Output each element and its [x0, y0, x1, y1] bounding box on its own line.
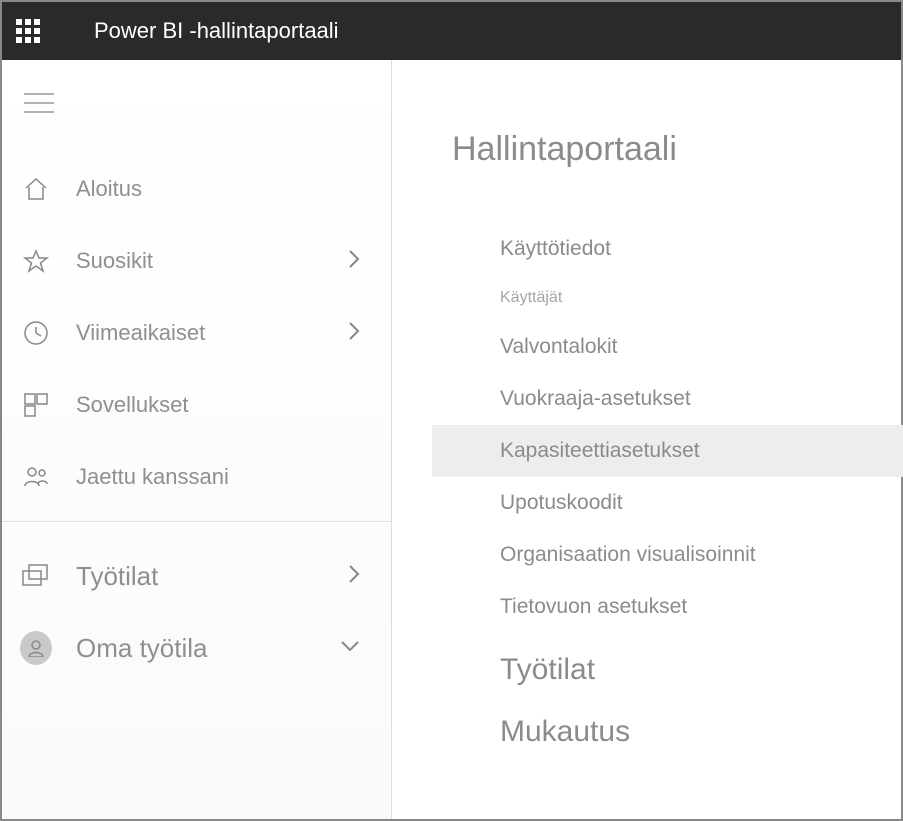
sidebar-item-my-workspace[interactable]: Oma työtila [2, 612, 391, 684]
sidebar-item-label: Jaettu kanssani [76, 464, 361, 490]
admin-nav-tenant-settings[interactable]: Vuokraaja-asetukset [452, 373, 901, 425]
sidebar-item-label: Aloitus [76, 176, 361, 202]
app-launcher-icon[interactable] [16, 19, 40, 43]
sidebar-item-favorites[interactable]: Suosikit [2, 225, 391, 297]
admin-nav-auditlogs[interactable]: Valvontalokit [452, 321, 901, 373]
admin-nav-workspaces[interactable]: Työtilat [452, 633, 901, 695]
avatar-icon [20, 631, 52, 665]
hamburger-icon[interactable] [24, 92, 391, 119]
app-header: Power BI -hallintaportaali [2, 2, 901, 60]
admin-nav-org-visuals[interactable]: Organisaation visualisoinnit [452, 529, 901, 581]
star-icon [20, 248, 52, 274]
divider [2, 521, 391, 522]
home-icon [20, 176, 52, 202]
sidebar-item-label: Sovellukset [76, 392, 361, 418]
workspaces-icon [20, 563, 52, 589]
clock-icon [20, 320, 52, 346]
sidebar-item-recent[interactable]: Viimeaikaiset [2, 297, 391, 369]
main-content: Hallintaportaali Käyttötiedot Käyttäjät … [392, 60, 901, 819]
sidebar-item-label: Suosikit [76, 248, 347, 274]
chevron-down-icon [339, 639, 361, 658]
admin-nav-users[interactable]: Käyttäjät [452, 275, 901, 321]
admin-nav-customization[interactable]: Mukautus [452, 695, 901, 757]
apps-icon [20, 392, 52, 418]
sidebar-item-apps[interactable]: Sovellukset [2, 369, 391, 441]
sidebar-item-label: Viimeaikaiset [76, 320, 347, 346]
chevron-right-icon [347, 248, 361, 275]
sidebar-item-label: Oma työtila [76, 633, 339, 664]
chevron-right-icon [347, 320, 361, 347]
sidebar-item-shared[interactable]: Jaettu kanssani [2, 441, 391, 513]
shared-icon [20, 464, 52, 490]
page-title: Hallintaportaali [452, 130, 901, 169]
sidebar-item-workspaces[interactable]: Työtilat [2, 540, 391, 612]
admin-nav-embed-codes[interactable]: Upotuskoodit [452, 477, 901, 529]
sidebar-item-home[interactable]: Aloitus [2, 153, 391, 225]
chevron-right-icon [347, 563, 361, 590]
app-title: Power BI -hallintaportaali [94, 18, 339, 44]
sidebar: Aloitus Suosikit Viimeaikaiset Sov [2, 60, 392, 819]
admin-nav-usage[interactable]: Käyttötiedot [452, 223, 901, 275]
sidebar-item-label: Työtilat [76, 561, 347, 592]
admin-nav-capacity-settings[interactable]: Kapasiteettiasetukset [432, 425, 903, 477]
admin-nav-dataflow-settings[interactable]: Tietovuon asetukset [452, 581, 901, 633]
